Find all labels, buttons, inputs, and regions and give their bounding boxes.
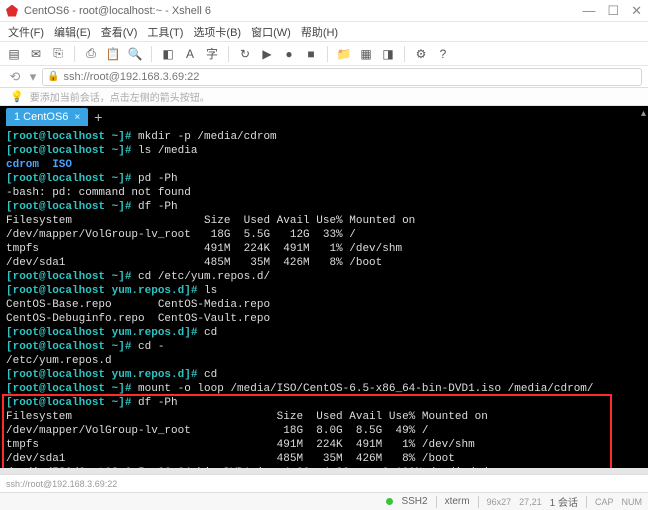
window-controls: — ☐ ✕ [582, 3, 642, 19]
menu-item[interactable]: 查看(V) [101, 24, 138, 40]
title-bar: CentOS6 - root@localhost:~ - Xshell 6 — … [0, 0, 648, 22]
terminal-view[interactable]: [root@localhost ~]# mkdir -p /media/cdro… [0, 128, 648, 468]
hint-strip: 💡 要添加当前会话，点击左侧的箭头按钮。 [0, 88, 648, 106]
bulb-icon: 💡 [10, 90, 24, 103]
gear-icon[interactable]: ⚙ [413, 46, 429, 62]
session-tab-bar: 1 CentOS6 × + ▴ [0, 106, 648, 128]
terminal-output: [root@localhost ~]# mkdir -p /media/cdro… [6, 130, 642, 468]
menu-item[interactable]: 选项卡(B) [193, 24, 241, 40]
reconnect-icon[interactable]: ↻ [237, 46, 253, 62]
stop-icon[interactable]: ■ [303, 46, 319, 62]
open-icon[interactable]: ✉ [28, 46, 44, 62]
toolbar: ▤ ✉ ⎘ ⎙ 📋 🔍 ◧ A字 ↻ ▶ ● ■ 📁 ▦ ◨ ⚙? [0, 42, 648, 66]
session-tab[interactable]: 1 CentOS6 × [6, 108, 88, 126]
lock-icon: 🔒 [47, 71, 59, 82]
menu-item[interactable]: 帮助(H) [301, 24, 338, 40]
font-icon[interactable]: A [182, 46, 198, 62]
save-icon[interactable]: ⎘ [50, 46, 66, 62]
separator [228, 46, 229, 62]
status-size: 96x27 [487, 497, 512, 507]
search-icon[interactable]: 🔍 [127, 46, 143, 62]
address-bar: ⟲ ▾ 🔒 ssh://root@192.168.3.69:22 [0, 66, 648, 88]
layout-icon[interactable]: ▦ [358, 46, 374, 62]
record-icon[interactable]: ● [281, 46, 297, 62]
menu-item[interactable]: 文件(F) [8, 24, 44, 40]
connected-icon [386, 498, 393, 505]
app-icon [6, 5, 18, 17]
help-icon[interactable]: ? [435, 46, 451, 62]
separator [327, 46, 328, 62]
minimize-button[interactable]: — [582, 3, 595, 19]
address-text: ssh://root@192.168.3.69:22 [63, 71, 199, 83]
add-tab-button[interactable]: + [94, 109, 102, 125]
terminal-icon[interactable]: ◨ [380, 46, 396, 62]
status-pos: 27,21 [519, 497, 542, 507]
new-session-icon[interactable]: ▤ [6, 46, 22, 62]
session-tab-label: 1 CentOS6 [14, 111, 68, 123]
separator [74, 46, 75, 62]
paste-icon[interactable]: 📋 [105, 46, 121, 62]
scroll-up-icon[interactable]: ▴ [641, 108, 646, 119]
menu-item[interactable]: 窗口(W) [251, 24, 291, 40]
window-title: CentOS6 - root@localhost:~ - Xshell 6 [24, 5, 211, 17]
status-term: xterm [445, 496, 470, 507]
footer-address-text: ssh://root@192.168.3.69:22 [6, 479, 117, 489]
address-field[interactable]: 🔒 ssh://root@192.168.3.69:22 [42, 68, 642, 86]
separator [151, 46, 152, 62]
status-right: SSH2 xterm 96x27 27,21 1 会话 CAP NUM [386, 494, 642, 509]
play-icon[interactable]: ▶ [259, 46, 275, 62]
status-cap: CAP [595, 497, 614, 507]
menu-bar: 文件(F) 编辑(E) 查看(V) 工具(T) 选项卡(B) 窗口(W) 帮助(H) [0, 22, 648, 42]
menu-item[interactable]: 工具(T) [147, 24, 183, 40]
history-menu-icon[interactable]: ▾ [24, 68, 42, 86]
status-session: 1 会话 [550, 494, 578, 509]
status-num: NUM [622, 497, 643, 507]
menu-item[interactable]: 编辑(E) [54, 24, 91, 40]
encoding-icon[interactable]: 字 [204, 46, 220, 62]
status-bar: SSH2 xterm 96x27 27,21 1 会话 CAP NUM [0, 492, 648, 510]
separator [404, 46, 405, 62]
maximize-button[interactable]: ☐ [607, 3, 619, 19]
close-tab-icon[interactable]: × [74, 112, 80, 123]
status-ssh: SSH2 [401, 496, 427, 507]
hint-text: 要添加当前会话，点击左侧的箭头按钮。 [30, 89, 210, 104]
history-back-icon[interactable]: ⟲ [6, 68, 24, 86]
color-icon[interactable]: ◧ [160, 46, 176, 62]
footer-address: ssh://root@192.168.3.69:22 [0, 474, 648, 492]
close-button[interactable]: ✕ [631, 3, 642, 19]
copy-icon[interactable]: ⎙ [83, 46, 99, 62]
folder-icon[interactable]: 📁 [336, 46, 352, 62]
